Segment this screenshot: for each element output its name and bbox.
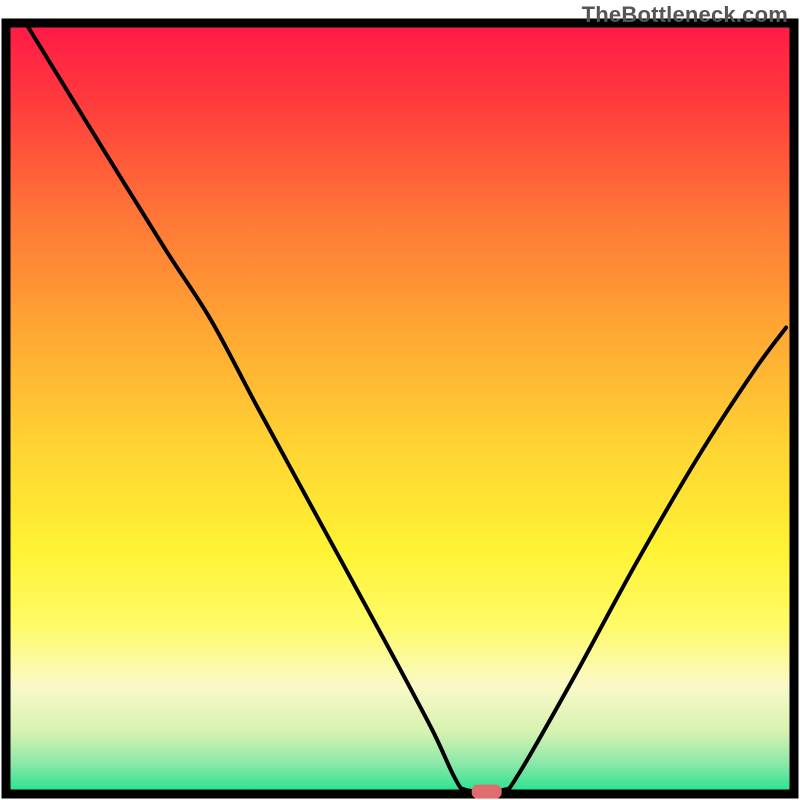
bottleneck-chart xyxy=(0,0,800,800)
minimum-marker xyxy=(472,785,502,799)
plot-background xyxy=(6,23,794,794)
watermark-text: TheBottleneck.com xyxy=(582,2,788,28)
